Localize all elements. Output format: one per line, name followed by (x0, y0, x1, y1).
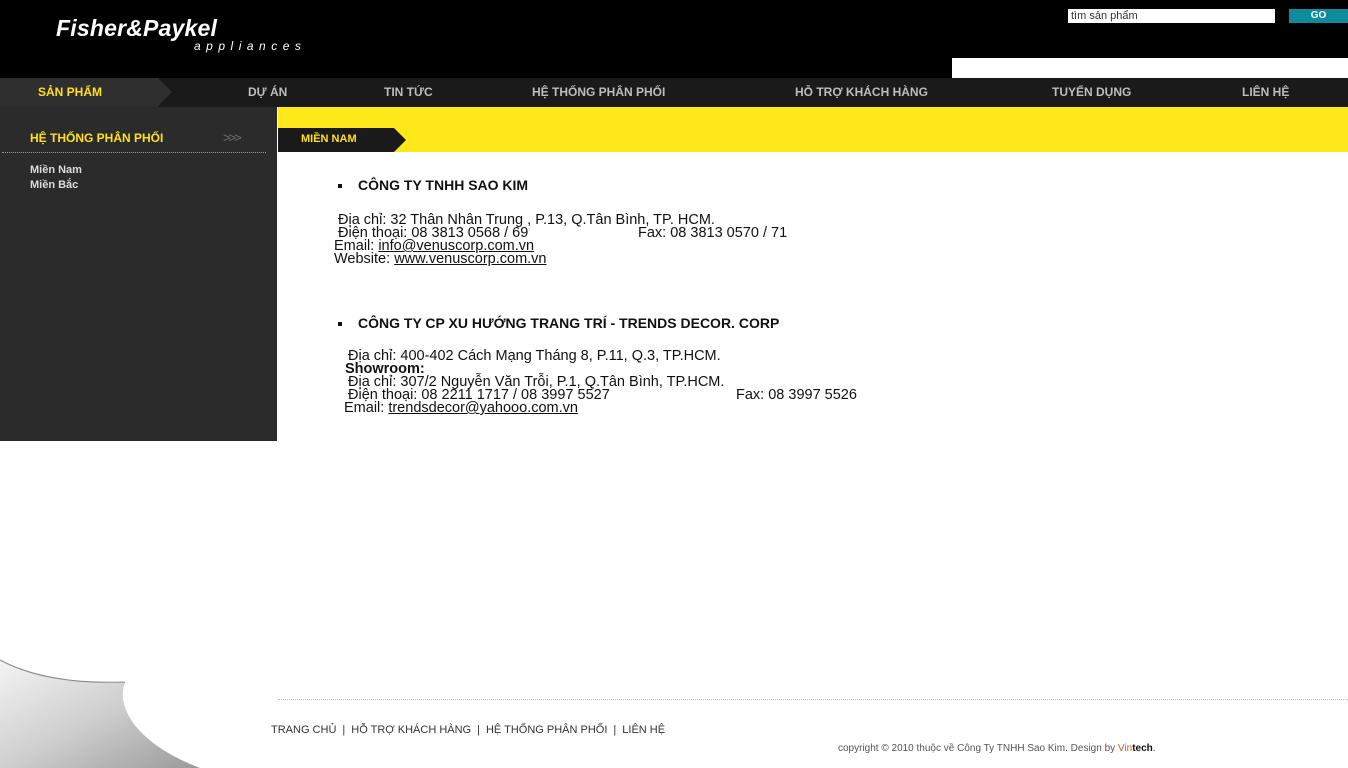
nav-item-ho-tro-khach-hang[interactable]: HỖ TRỢ KHÁCH HÀNG (795, 78, 928, 107)
nav-item-he-thong-phan-phoi[interactable]: HỆ THỐNG PHÂN PHỐI (532, 78, 665, 107)
logo-sub-text: appliances (194, 39, 307, 53)
go-button[interactable]: GO (1289, 9, 1348, 23)
region-tab-arrow (394, 128, 406, 152)
nav-item-du-an[interactable]: DỰ ÁN (248, 78, 287, 107)
sidebar: HỆ THỐNG PHÂN PHỐI >>> Miền Nam Miền Bắc (0, 107, 277, 441)
footer-link-ho-tro[interactable]: HỖ TRỢ KHÁCH HÀNG (351, 724, 471, 736)
sidebar-item-mien-nam[interactable]: Miền Nam (30, 164, 82, 176)
page-curl-decoration (0, 659, 200, 768)
copyright-text: copyright © 2010 thuộc về Công Ty TNHH S… (838, 743, 1118, 754)
footer-links: TRANG CHỦ | HỖ TRỢ KHÁCH HÀNG | HỆ THỐNG PHÂ… (271, 724, 665, 736)
company-website-line: Website: www.venuscorp.com.vn (334, 251, 547, 267)
content-header-band (278, 107, 1348, 152)
company-email-line: Email: trendsdecor@yahooo.com.vn (344, 400, 578, 416)
sidebar-item-mien-bac[interactable]: Miền Bắc (30, 179, 78, 191)
main-nav: SẢN PHẨM DỰ ÁN TIN TỨC HỆ THỐNG PHÂN PHỐ… (0, 78, 1348, 107)
nav-active-arrow (158, 78, 172, 106)
region-tab-label: MIỀN NAM (301, 133, 357, 145)
search-input[interactable] (1068, 9, 1275, 23)
header-white-bar (952, 58, 1348, 78)
bullet-icon (338, 184, 342, 188)
bullet-icon (338, 322, 342, 326)
website-label: Website: (334, 251, 395, 267)
header-strip (0, 58, 952, 78)
chevrons-icon: >>> (223, 130, 242, 145)
company-name: CÔNG TY CP XU HƯỚNG TRANG TRÍ - TRENDS D… (358, 315, 780, 331)
sidebar-title: HỆ THỐNG PHÂN PHỐI (30, 131, 164, 145)
email-label: Email: (344, 400, 389, 416)
footer-link-he-thong[interactable]: HỆ THỐNG PHÂN PHỐI (486, 724, 607, 736)
designer-tech[interactable]: tech (1132, 743, 1153, 754)
copyright-dot: . (1152, 743, 1156, 754)
footer-separator: | (613, 724, 617, 736)
nav-item-san-pham[interactable]: SẢN PHẨM (38, 78, 102, 107)
nav-item-tin-tuc[interactable]: TIN TỨC (384, 78, 433, 107)
copyright: copyright © 2010 thuộc về Công Ty TNHH S… (838, 743, 1156, 754)
logo-main-text: Fisher&Paykel (56, 15, 218, 41)
footer-divider (278, 699, 1348, 700)
designer-vin[interactable]: Vin (1118, 743, 1132, 754)
footer-link-lien-he[interactable]: LIÊN HỆ (622, 724, 665, 736)
footer-separator: | (342, 724, 346, 736)
company-fax: Fax: 08 3997 5526 (736, 387, 857, 403)
website-link[interactable]: www.venuscorp.com.vn (394, 251, 546, 267)
footer-link-trang-chu[interactable]: TRANG CHỦ (271, 724, 336, 736)
company-fax: Fax: 08 3813 0570 / 71 (638, 225, 788, 241)
brand-logo[interactable]: Fisher&Paykel appliances (56, 14, 306, 52)
footer-separator: | (477, 724, 480, 736)
email-link[interactable]: trendsdecor@yahooo.com.vn (388, 400, 578, 416)
sidebar-divider (2, 152, 266, 153)
nav-item-lien-he[interactable]: LIÊN HỆ (1242, 78, 1289, 107)
nav-item-tuyen-dung[interactable]: TUYỂN DỤNG (1052, 78, 1131, 107)
company-name: CÔNG TY TNHH SAO KIM (358, 177, 529, 193)
